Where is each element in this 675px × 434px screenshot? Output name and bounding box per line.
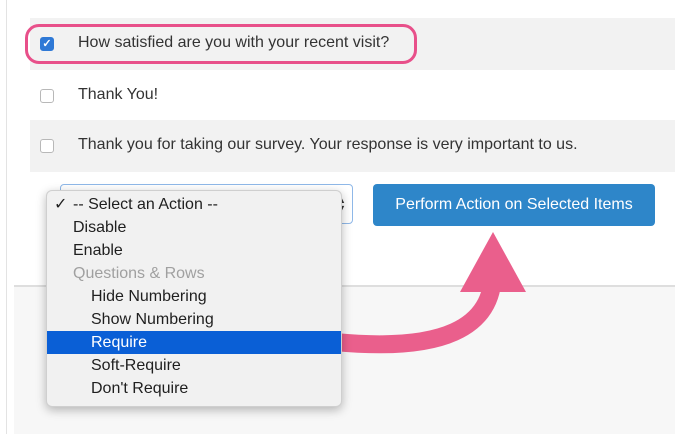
menu-item-label: Require <box>91 334 148 351</box>
menu-item-label: -- Select an Action -- <box>73 196 218 213</box>
menu-item-soft-require[interactable]: Soft-Require <box>47 354 341 377</box>
menu-item-enable[interactable]: Enable <box>47 239 341 262</box>
menu-item-require[interactable]: Require <box>47 331 341 354</box>
curved-arrow-head <box>460 232 526 292</box>
menu-group-label: Questions & Rows <box>73 265 205 282</box>
menu-item-label: Show Numbering <box>91 311 214 328</box>
menu-item-label: Don't Require <box>91 380 189 397</box>
menu-item-label: Soft-Require <box>91 357 181 374</box>
action-dropdown-menu: ✓ -- Select an Action -- Disable Enable … <box>46 190 342 407</box>
checkmark-icon: ✓ <box>54 196 68 213</box>
menu-item-hide-numbering[interactable]: Hide Numbering <box>47 285 341 308</box>
menu-item-label: Hide Numbering <box>91 288 207 305</box>
menu-item-label: Enable <box>73 242 123 259</box>
menu-item-label: Disable <box>73 219 127 236</box>
menu-group-questions-rows: Questions & Rows <box>47 262 341 285</box>
menu-item-disable[interactable]: Disable <box>47 216 341 239</box>
menu-item-select-action[interactable]: ✓ -- Select an Action -- <box>47 193 341 216</box>
menu-item-dont-require[interactable]: Don't Require <box>47 377 341 400</box>
menu-item-show-numbering[interactable]: Show Numbering <box>47 308 341 331</box>
